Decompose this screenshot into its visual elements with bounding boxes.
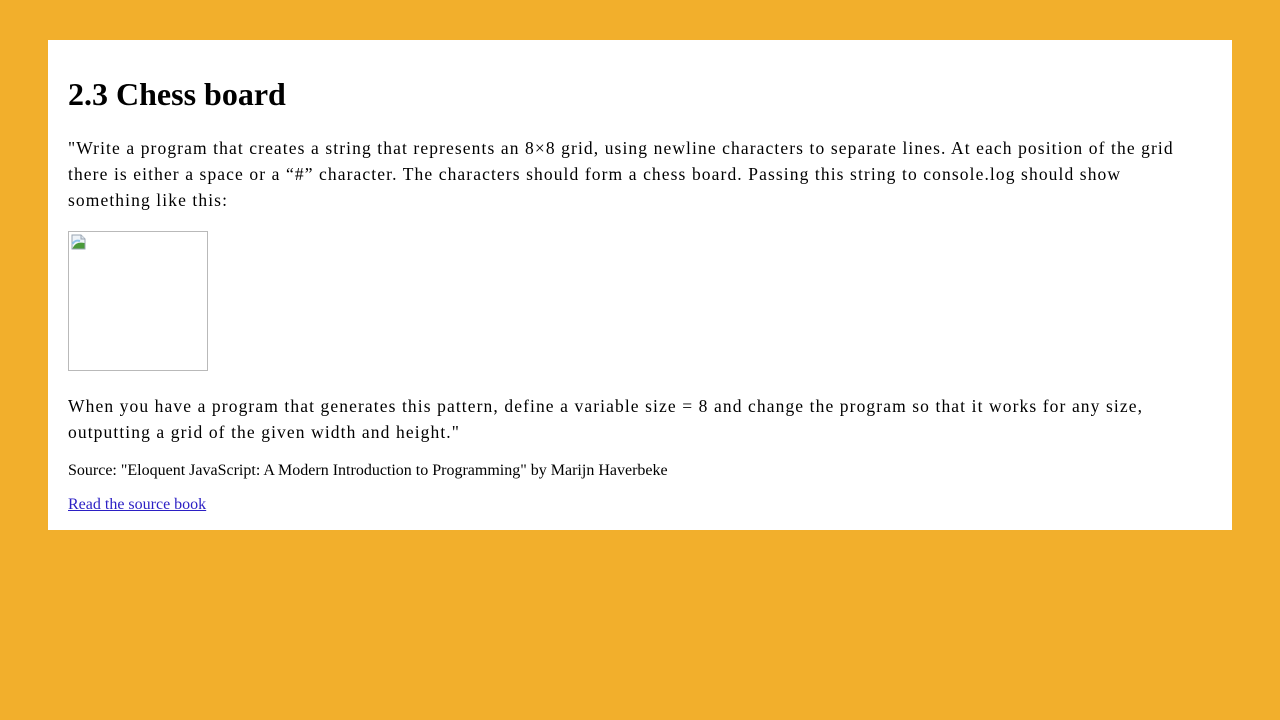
- source-citation: Source: "Eloquent JavaScript: A Modern I…: [68, 462, 668, 479]
- page-title: 2.3 Chess board: [68, 76, 286, 112]
- exercise-followup: When you have a program that generates t…: [68, 396, 1144, 442]
- content-card: 2.3 Chess board "Write a program that cr…: [48, 40, 1232, 530]
- read-source-book-link[interactable]: Read the source book: [68, 495, 206, 515]
- exercise-description: "Write a program that creates a string t…: [68, 138, 1174, 210]
- chessboard-image: [68, 231, 208, 371]
- broken-image-icon: [71, 234, 86, 250]
